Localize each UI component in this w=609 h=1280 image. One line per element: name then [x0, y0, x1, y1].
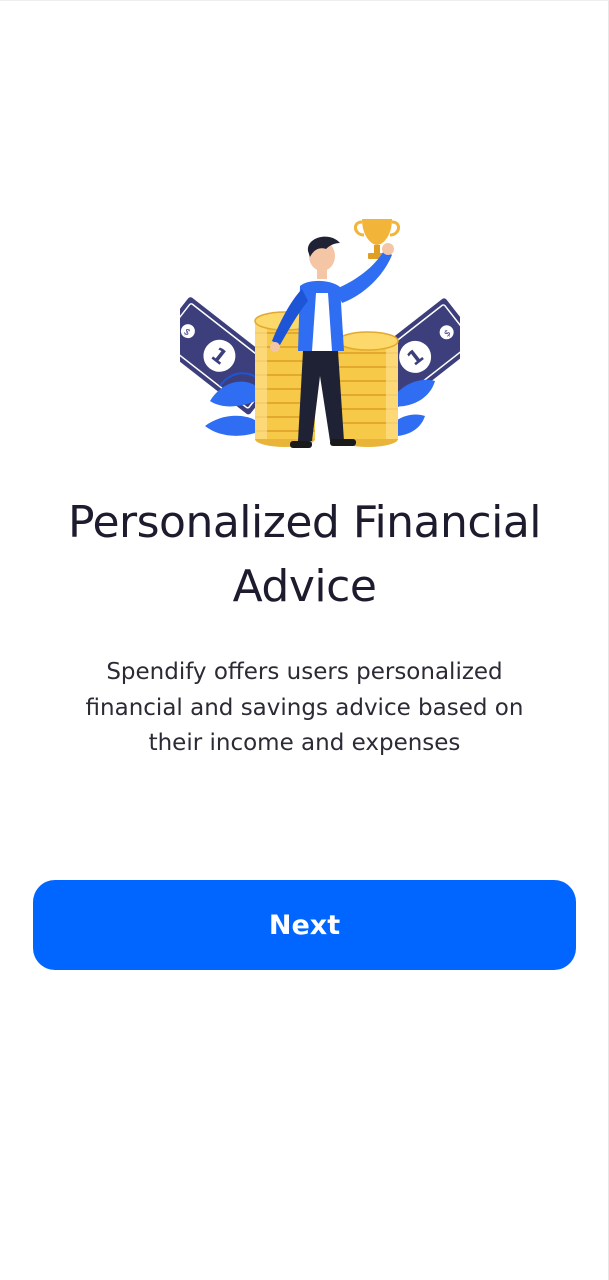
- onboarding-description: Spendify offers users personalized finan…: [85, 659, 524, 756]
- next-button[interactable]: Next: [33, 880, 576, 970]
- page-title: Personalized Financial Advice: [67, 497, 542, 612]
- onboarding-screen: 1 $ 1 $ Personalized Financial Advice Sp…: [0, 0, 609, 1280]
- financial-advice-illustration: 1 $ 1 $: [155, 201, 480, 466]
